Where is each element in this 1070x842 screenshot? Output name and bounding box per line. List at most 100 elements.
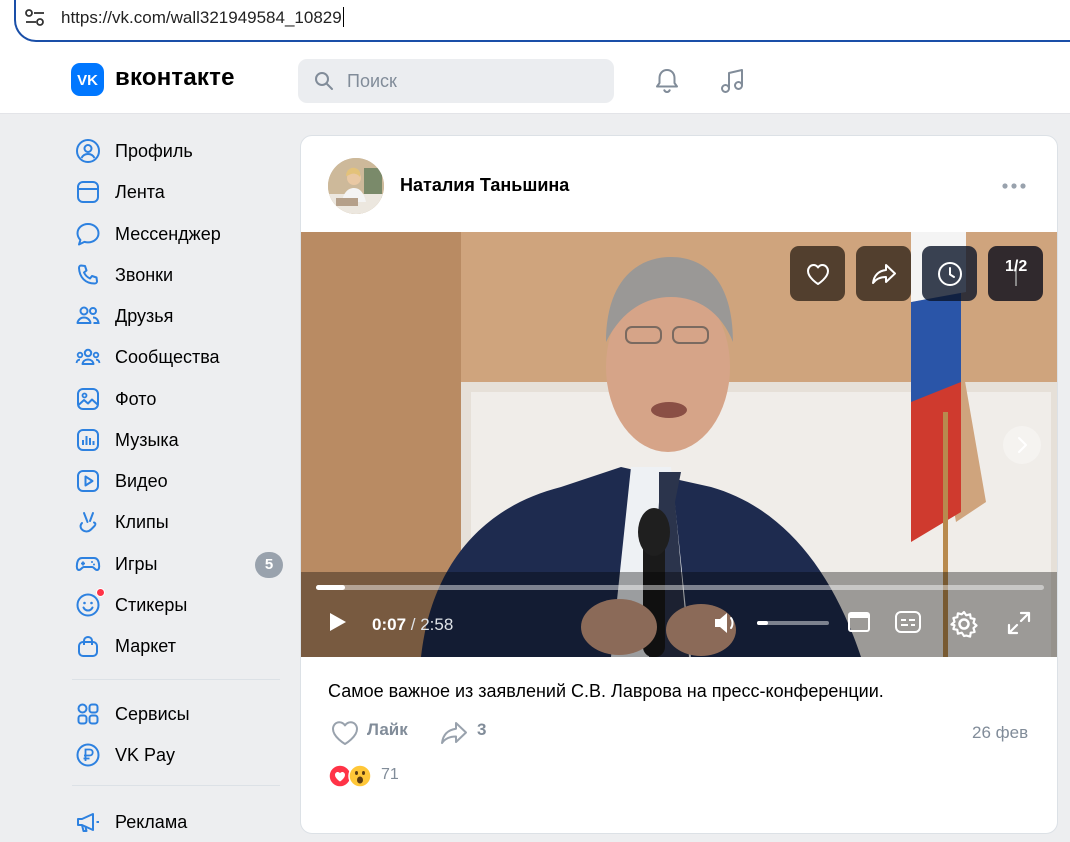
sidebar-item-clips[interactable]: Клипы xyxy=(72,502,284,540)
phone-icon xyxy=(78,264,98,285)
video-time: 0:07 / 2:58 xyxy=(372,615,453,635)
top-header: VK вконтакте Поиск xyxy=(0,46,1070,114)
notifications-bell-icon[interactable] xyxy=(652,66,682,96)
communities-icon xyxy=(75,348,101,365)
sidebar-item-communities[interactable]: Сообщества xyxy=(72,337,284,375)
logo-text[interactable]: вконтакте xyxy=(115,64,235,92)
heart-outline-icon xyxy=(332,721,358,745)
music-player-icon[interactable] xyxy=(718,66,748,96)
sidebar-item-calls[interactable]: Звонки xyxy=(72,255,284,293)
sidebar-item-label: Профиль xyxy=(115,141,193,161)
author-avatar[interactable] xyxy=(328,158,384,214)
search-input[interactable]: Поиск xyxy=(298,59,614,103)
sidebar-item-music[interactable]: Музыка xyxy=(72,420,284,458)
games-badge: 5 xyxy=(255,552,283,578)
sidebar-item-label: Звонки xyxy=(115,265,174,285)
post-caption: Самое важное из заявлений С.В. Лаврова н… xyxy=(328,681,884,701)
photo-icon xyxy=(77,388,99,410)
sidebar-item-games[interactable]: Игры 5 xyxy=(72,544,284,582)
sidebar-item-label: Фото xyxy=(115,389,157,409)
notification-dot xyxy=(96,588,105,597)
sidebar-divider xyxy=(72,679,280,680)
url-text[interactable]: https://vk.com/wall321949584_10829 xyxy=(61,7,344,28)
next-video-button[interactable] xyxy=(1003,426,1041,464)
video-icon xyxy=(77,470,99,492)
share-count: 3 xyxy=(477,720,487,739)
share-arrow-icon xyxy=(441,722,467,744)
total-time: / 2:58 xyxy=(410,615,454,634)
post-author-name[interactable]: Наталия Таньшина xyxy=(400,175,569,196)
subtitles-icon[interactable] xyxy=(894,610,922,634)
sidebar-item-label: Стикеры xyxy=(115,595,188,615)
sidebar-item-label: Друзья xyxy=(115,306,174,326)
services-icon xyxy=(77,703,99,725)
games-icon xyxy=(75,557,101,571)
music-icon xyxy=(77,429,99,451)
sidebar-item-services[interactable]: Сервисы xyxy=(72,694,284,732)
profile-icon xyxy=(76,139,100,163)
market-icon xyxy=(78,635,98,657)
settings-gear-icon[interactable] xyxy=(950,610,978,638)
sidebar-item-video[interactable]: Видео xyxy=(72,461,284,499)
volume-icon[interactable] xyxy=(712,610,740,636)
sidebar-item-label: Клипы xyxy=(115,512,169,532)
play-icon[interactable] xyxy=(325,610,349,634)
watch-later-button[interactable] xyxy=(922,246,977,301)
video-progress-bar[interactable] xyxy=(316,585,1044,590)
fullscreen-icon[interactable] xyxy=(1006,610,1032,636)
sidebar-item-label: Лента xyxy=(115,182,165,202)
search-icon xyxy=(315,72,333,90)
like-video-button[interactable] xyxy=(790,246,845,301)
video-progress-fill xyxy=(316,585,346,590)
video-counter: 1/2 xyxy=(1005,258,1028,275)
ads-icon xyxy=(77,813,99,832)
sidebar-item-friends[interactable]: Друзья xyxy=(72,296,284,334)
sidebar-divider xyxy=(72,785,280,786)
reactions-count: 71 xyxy=(381,766,399,783)
vkpay-icon xyxy=(76,743,100,767)
site-settings-icon[interactable] xyxy=(24,8,46,28)
wow-reaction-icon xyxy=(348,764,372,788)
clock-icon xyxy=(938,262,962,286)
sidebar-item-label: Маркет xyxy=(115,636,176,656)
sidebar-item-ads[interactable]: Реклама xyxy=(72,802,284,840)
sidebar-item-label: Мессенджер xyxy=(115,224,221,244)
heart-icon xyxy=(807,264,829,285)
sidebar-item-label: Видео xyxy=(115,471,168,491)
like-label: Лайк xyxy=(367,720,408,739)
friends-icon xyxy=(76,306,100,324)
browser-address-bar: https://vk.com/wall321949584_10829 xyxy=(0,0,1070,46)
volume-fill xyxy=(757,621,768,625)
sidebar-item-vkpay[interactable]: VK Pay xyxy=(72,735,284,773)
like-button[interactable]: Лайк xyxy=(328,716,418,746)
sidebar-item-label: Сервисы xyxy=(115,704,190,724)
sidebar-item-feed[interactable]: Лента xyxy=(72,172,284,210)
post-card: Наталия Таньшина 1/2 0:07 / 2:58 Самое в… xyxy=(300,135,1058,834)
more-options-icon[interactable] xyxy=(1001,181,1027,191)
sidebar-item-label: Реклама xyxy=(115,812,188,832)
share-video-button[interactable] xyxy=(856,246,911,301)
video-player[interactable]: 1/2 0:07 / 2:58 xyxy=(301,232,1057,657)
sidebar-item-messenger[interactable]: Мессенджер xyxy=(72,214,284,252)
sidebar-item-profile[interactable]: Профиль xyxy=(72,131,284,169)
miniplayer-icon[interactable] xyxy=(847,610,871,634)
post-date[interactable]: 26 фев xyxy=(972,723,1028,743)
search-placeholder: Поиск xyxy=(347,71,397,91)
volume-slider[interactable] xyxy=(757,621,829,625)
share-button[interactable]: 3 xyxy=(439,716,499,746)
sidebar-item-market[interactable]: Маркет xyxy=(72,626,284,664)
svg-text:VK: VK xyxy=(77,72,98,89)
chevron-right-icon xyxy=(1018,437,1027,453)
vk-logo-icon[interactable]: VK xyxy=(71,63,104,96)
clips-icon xyxy=(79,512,97,533)
sidebar-item-photos[interactable]: Фото xyxy=(72,379,284,417)
sidebar-item-stickers[interactable]: Стикеры xyxy=(72,585,284,623)
sidebar-item-label: Сообщества xyxy=(115,347,220,367)
share-icon xyxy=(872,264,896,284)
feed-icon xyxy=(77,181,99,203)
messenger-icon xyxy=(76,223,100,246)
current-time: 0:07 xyxy=(372,615,407,634)
sidebar-item-label: Игры xyxy=(115,554,158,574)
sidebar-item-label: Музыка xyxy=(115,430,179,450)
sidebar-item-label: VK Pay xyxy=(115,745,176,765)
